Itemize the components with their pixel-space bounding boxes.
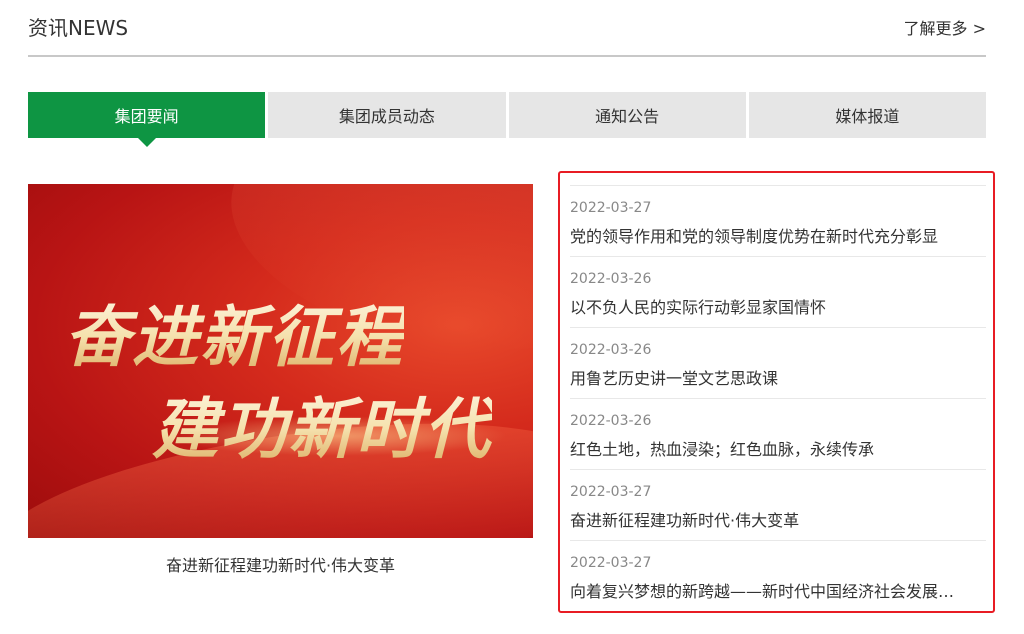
news-date: 2022-03-26	[570, 342, 652, 358]
news-date: 2022-03-26	[570, 271, 652, 287]
feature-banner-image[interactable]: 奋进新征程 建功新时代	[28, 184, 533, 538]
section-header: 资讯NEWS 了解更多 >	[28, 0, 986, 57]
banner-slogan-line2: 建功新时代	[152, 376, 492, 472]
tab-group-news[interactable]: 集团要闻	[28, 92, 266, 147]
news-list: 2022-03-27 党的领导作用和党的领导制度优势在新时代充分彰显 2022-…	[558, 171, 995, 613]
learn-more-link[interactable]: 了解更多 >	[904, 15, 987, 39]
news-title[interactable]: 向着复兴梦想的新跨越——新时代中国经济社会发展…	[570, 578, 986, 602]
banner-slogan-line1: 奋进新征程	[64, 284, 404, 380]
tab-announcements[interactable]: 通知公告	[508, 92, 746, 138]
tab-member-news[interactable]: 集团成员动态	[268, 92, 506, 138]
news-item[interactable]: 2022-03-26 用鲁艺历史讲一堂文艺思政课	[570, 327, 986, 398]
tab-media-reports[interactable]: 媒体报道	[748, 92, 986, 138]
news-title[interactable]: 以不负人民的实际行动彰显家国情怀	[570, 294, 986, 318]
section-title: 资讯NEWS	[28, 16, 129, 40]
news-title[interactable]: 党的领导作用和党的领导制度优势在新时代充分彰显	[570, 223, 986, 247]
feature-caption[interactable]: 奋进新征程建功新时代·伟大变革	[28, 552, 533, 576]
news-item[interactable]: 2022-03-26 以不负人民的实际行动彰显家国情怀	[570, 256, 986, 327]
news-date: 2022-03-27	[570, 484, 652, 500]
news-item[interactable]: 2022-03-26 红色土地，热血浸染；红色血脉，永续传承	[570, 398, 986, 469]
news-date: 2022-03-27	[570, 200, 652, 216]
news-item[interactable]: 2022-03-27 奋进新征程建功新时代·伟大变革	[570, 469, 986, 540]
news-item[interactable]: 2022-03-27 向着复兴梦想的新跨越——新时代中国经济社会发展…	[570, 540, 986, 611]
news-title[interactable]: 用鲁艺历史讲一堂文艺思政课	[570, 365, 986, 389]
news-item[interactable]: 2022-03-27 党的领导作用和党的领导制度优势在新时代充分彰显	[570, 185, 986, 256]
news-title[interactable]: 奋进新征程建功新时代·伟大变革	[570, 507, 986, 531]
news-date: 2022-03-26	[570, 413, 652, 429]
news-title[interactable]: 红色土地，热血浸染；红色血脉，永续传承	[570, 436, 986, 460]
news-tabs: 集团要闻 集团成员动态 通知公告 媒体报道	[28, 92, 986, 147]
news-date: 2022-03-27	[570, 555, 652, 571]
